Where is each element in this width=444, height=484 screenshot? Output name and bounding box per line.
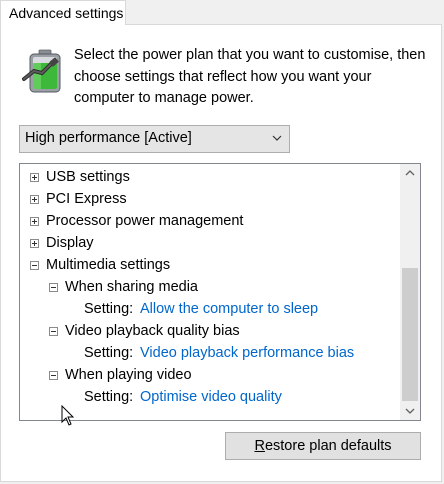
scroll-up-arrow-icon[interactable] — [400, 164, 420, 182]
scrollbar-thumb[interactable] — [402, 268, 418, 401]
expand-plus-icon[interactable] — [30, 195, 39, 204]
expand-plus-icon[interactable] — [30, 217, 39, 226]
collapse-minus-icon[interactable] — [30, 261, 39, 270]
tab-advanced-settings[interactable]: Advanced settings — [0, 0, 126, 25]
collapse-minus-icon[interactable] — [49, 371, 58, 380]
battery-plan-icon — [22, 49, 61, 93]
expand-plus-icon[interactable] — [30, 239, 39, 248]
collapse-minus-icon[interactable] — [49, 327, 58, 336]
mouse-cursor-icon — [61, 405, 75, 426]
vertical-scrollbar[interactable] — [400, 164, 420, 420]
setting-value-link[interactable]: Allow the computer to sleep — [140, 298, 318, 320]
collapse-minus-icon[interactable] — [49, 283, 58, 292]
power-plan-dropdown[interactable]: High performance [Active] — [19, 125, 290, 153]
setting-value-link[interactable]: Video playback performance bias — [140, 342, 354, 364]
power-options-advanced-settings: Advanced settings Select the power plan … — [0, 0, 444, 484]
tab-label: Advanced settings — [9, 5, 124, 21]
restore-plan-defaults-button[interactable]: Restore plan defaults — [225, 432, 421, 460]
plan-description: Select the power plan that you want to c… — [74, 47, 426, 106]
power-plan-selected: High performance [Active] — [25, 130, 192, 146]
chevron-down-icon — [272, 135, 282, 141]
expand-plus-icon[interactable] — [30, 173, 39, 182]
setting-value-link[interactable]: Optimise video quality — [140, 386, 282, 408]
settings-tree[interactable]: USB settings PCI Express Processor power… — [19, 163, 421, 421]
scroll-down-arrow-icon[interactable] — [400, 402, 420, 420]
